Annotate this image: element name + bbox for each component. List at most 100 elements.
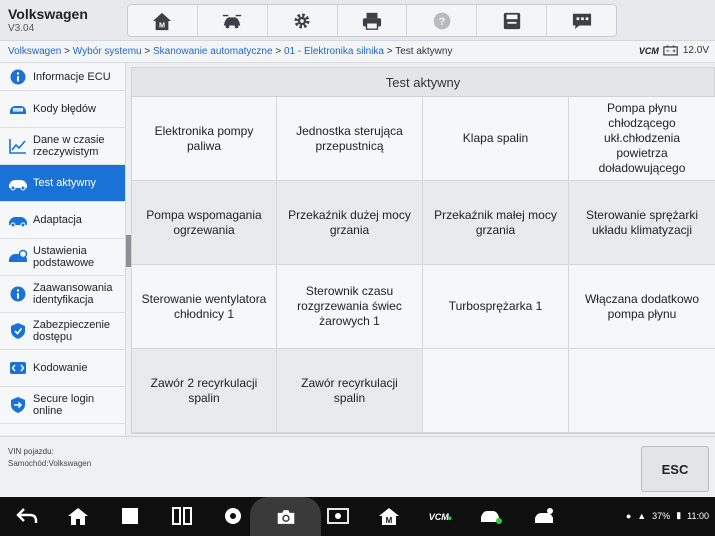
save-icon [503,12,520,29]
home-icon: M [153,12,172,30]
screen-record-icon [327,508,349,524]
breadcrumb-item-brand[interactable]: Volkswagen [8,46,61,57]
test-item[interactable]: Pompa płynu chłodzącego ukł.chłodzenia p… [569,97,715,181]
sidebar-item-label: Zaawansowania identyfikacja [33,282,113,306]
panel-title: Test aktywny [132,68,714,97]
maxisys-home-button[interactable]: M [376,505,402,527]
chart-line-icon [8,137,28,155]
vcm-indicator: VCM [638,45,659,56]
breadcrumb: Volkswagen > Wybór systemu > Skanowanie … [8,46,452,57]
car-test-icon [8,174,28,192]
sidebar-item-label: Ustawienia podstawowe [33,245,95,269]
recents-icon [122,508,138,524]
remote-support-icon [535,508,553,523]
sidebar-item-active-test[interactable]: Test aktywny [0,165,125,202]
sidebar-item-label: Zabezpieczenie dostępu [33,319,111,343]
svg-text:M: M [386,516,393,525]
clock: 11:00 [687,510,709,521]
help-button[interactable]: ? [407,5,478,36]
test-item[interactable]: Sterowanie sprężarki układu klimatyzacji [569,181,715,265]
back-button[interactable] [14,505,40,527]
sidebar-item-access-security[interactable]: Zabezpieczenie dostępu [0,313,125,350]
sidebar-item-advanced-id[interactable]: Zaawansowania identyfikacja [0,276,125,313]
test-item[interactable]: Przekaźnik małej mocy grzania [423,181,569,265]
vehicle-connect-button[interactable] [478,505,504,527]
print-button[interactable] [338,5,408,36]
breadcrumb-current: Test aktywny [395,46,453,57]
vehicle-info-bar: VIN pojazdu: Samochód:Volkswagen ESC [0,436,715,497]
top-bar: Volkswagen V3.04 M ? [0,0,715,41]
settings-button[interactable] [268,5,338,36]
main-toolbar: M ? [127,4,617,37]
test-item[interactable]: Jednostka sterująca przepustnicą [277,97,423,181]
esc-button[interactable]: ESC [641,446,709,492]
car-adapt-icon [8,211,28,229]
function-sidebar: Informacje ECU DTC Kody błędów Dane w cz… [0,63,126,435]
system-tray: ● ▲ 37% ▮ 11:00 [626,510,709,521]
app-title: Volkswagen [8,6,88,22]
test-item[interactable]: Turbosprężarka 1 [423,265,569,349]
voltage-value: 12.0V [682,45,709,57]
connection-status: VCM 12.0V [639,45,709,56]
test-item[interactable]: Przekaźnik dużej mocy grzania [277,181,423,265]
breadcrumb-item-system[interactable]: Wybór systemu [73,46,142,57]
dtc-icon: DTC [8,100,28,118]
vcm-button[interactable]: VCM [424,505,456,527]
breadcrumb-item-autoscan[interactable]: Skanowanie automatyczne [153,46,273,57]
screen-record-button[interactable] [325,505,351,527]
sidebar-item-dtc[interactable]: DTC Kody błędów [0,91,125,128]
maxisys-icon: M [379,508,399,525]
recents-button[interactable] [117,505,143,527]
test-item[interactable]: Sterowanie wentylatora chłodnicy 1 [132,265,277,349]
test-item[interactable]: Zawór recyrkulacji spalin [277,349,423,433]
sidebar-item-coding[interactable]: Kodowanie [0,350,125,387]
vehicle-label: Samochód:Volkswagen [8,459,92,468]
split-screen-button[interactable] [169,505,195,527]
message-button[interactable] [547,5,616,36]
active-test-panel: Test aktywny Elektronika pompy paliwa Je… [131,67,715,434]
login-icon [8,396,28,414]
system-nav-bar: M VCM ● ▲ 37% ▮ 11:00 [0,497,715,536]
vehicle-swap-icon [223,14,242,28]
sidebar-item-secure-login[interactable]: Secure login online [0,387,125,424]
sidebar-item-basic-settings[interactable]: Ustawienia podstawowe [0,239,125,276]
sidebar-item-label: Adaptacja [33,214,82,226]
sidebar-item-ecu-info[interactable]: Informacje ECU [0,63,125,91]
empty-cell [569,349,715,433]
home-nav-button[interactable] [65,505,91,527]
vehicle-swap-button[interactable] [198,5,268,36]
test-item[interactable]: Klapa spalin [423,97,569,181]
battery-icon [663,45,679,56]
home-icon [68,508,88,525]
sidebar-item-adaptation[interactable]: Adaptacja [0,202,125,239]
test-grid: Elektronika pompy paliwa Jednostka steru… [132,97,715,433]
test-item[interactable]: Zawór 2 recyrkulacji spalin [132,349,277,433]
empty-cell [423,349,569,433]
sidebar-item-label: Kodowanie [33,362,88,374]
split-screen-icon [172,507,192,525]
app-version: V3.04 [8,23,35,34]
breadcrumb-separator: > [384,46,396,57]
breadcrumb-separator: > [272,46,284,57]
back-icon [16,508,38,523]
sidebar-item-live-data[interactable]: Dane w czasie rzeczywistym [0,128,125,165]
test-item[interactable]: Pompa wspomagania ogrzewania [132,181,277,265]
breadcrumb-item-engine[interactable]: 01 - Elektronika silnika [284,46,384,57]
sidebar-item-label: Kody błędów [33,103,96,115]
camera-icon [277,510,294,524]
message-icon [572,13,591,29]
test-item[interactable]: Sterownik czasu rozgrzewania świec żarow… [277,265,423,349]
remote-support-button[interactable] [532,505,558,527]
home-button[interactable]: M [128,5,198,36]
svg-text:?: ? [439,16,446,28]
screenshot-button[interactable] [250,497,321,536]
sidebar-item-label: Informacje ECU [33,70,111,83]
breadcrumb-separator: > [141,46,154,57]
browser-button[interactable] [220,505,246,527]
test-item[interactable]: Włączana dodatkowo pompa płynu [569,265,715,349]
save-button[interactable] [477,5,548,36]
svg-text:M: M [159,20,165,29]
sidebar-item-label: Secure login online [33,393,95,417]
vin-label: VIN pojazdu: [8,447,54,456]
test-item[interactable]: Elektronika pompy paliwa [132,97,277,181]
